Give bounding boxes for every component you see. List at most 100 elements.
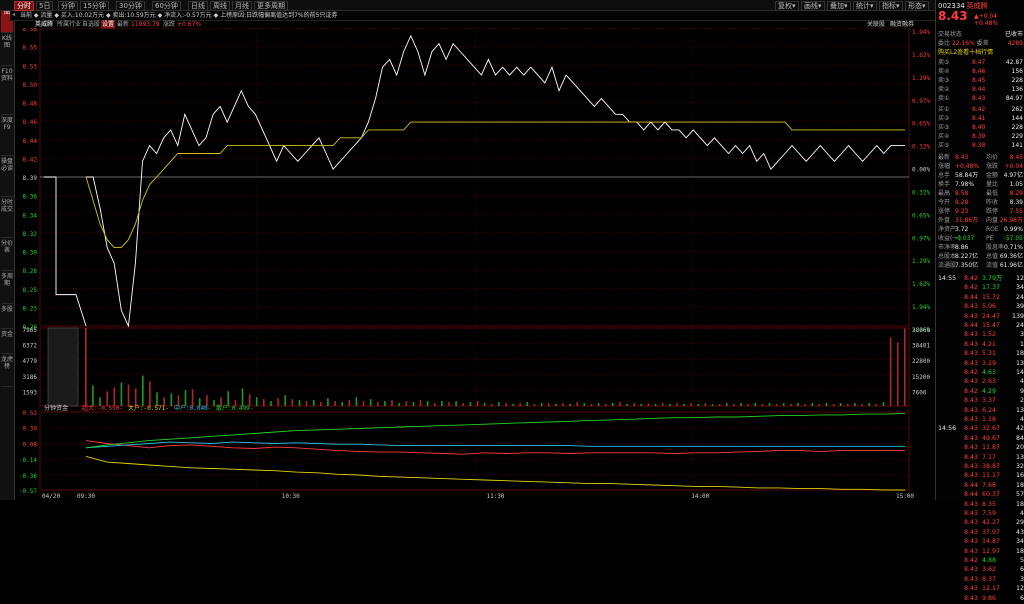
- price-tick-label: 8.48: [23, 101, 38, 108]
- tab-period-8[interactable]: 月线: [232, 1, 252, 11]
- volume-bar: [590, 404, 593, 406]
- time-tick-label: 09:30: [77, 493, 95, 500]
- volume-bar: [690, 403, 692, 406]
- sidebar-item-6[interactable]: 分价表: [1, 240, 13, 271]
- pct-tick-label: 1.29%: [912, 75, 930, 82]
- volume-right-tick-label: 22800: [912, 358, 930, 365]
- volume-bar: [547, 403, 550, 406]
- volume-bar: [369, 399, 372, 406]
- trade-tick-row: 8.43 9.86 6: [964, 594, 1024, 602]
- pct-tick-label: 1.29%: [912, 258, 930, 265]
- volume-right-tick-label: 38060: [912, 327, 930, 334]
- pct-tick-label: 0.00%: [912, 167, 930, 174]
- tab-period-5[interactable]: 60分钟: [152, 1, 181, 11]
- price-line: [86, 34, 905, 328]
- volume-bar: [904, 328, 906, 406]
- time-tick-label: 15:00: [896, 493, 914, 500]
- volume-bar: [291, 399, 294, 406]
- collapse-icon[interactable]: ◂: [12, 11, 15, 18]
- time-tick-label: 11:30: [486, 493, 504, 500]
- volume-bar: [839, 403, 842, 406]
- toolbar-button-1[interactable]: 画线▾: [801, 1, 825, 11]
- tab-period-3[interactable]: 15分钟: [80, 1, 109, 11]
- sidebar-item-8[interactable]: 多股: [1, 306, 13, 329]
- volume-tick-label: 7965: [23, 327, 38, 334]
- indicator-series-line: [85, 441, 905, 449]
- sidebar-item-10[interactable]: 龙虎榜: [1, 356, 13, 387]
- chart-area[interactable]: 8.58 8.55 8.53 8.50 8.48 8.46 8.44 8.42 8.39 8.36…: [14, 26, 935, 500]
- pct-tick-label: 1.62%: [912, 52, 930, 59]
- volume-bar: [790, 404, 792, 406]
- volume-bar: [583, 403, 586, 406]
- volume-bar: [113, 387, 116, 406]
- price-tick-label: 8.32: [23, 231, 38, 238]
- sidebar-item-4[interactable]: 操盘必读: [1, 158, 13, 197]
- indicator-legend-item: 散户:0.499-: [216, 404, 253, 412]
- volume-bar: [448, 402, 450, 406]
- volume-bar: [384, 401, 386, 406]
- indicator-title: 分钟资金: [44, 404, 68, 412]
- volume-bar: [661, 403, 664, 406]
- volume-bar: [711, 404, 714, 406]
- toolbar-button-2[interactable]: 叠加▾: [827, 1, 851, 11]
- tab-period-6[interactable]: 日线: [188, 1, 208, 11]
- volume-bar: [405, 401, 408, 406]
- sidebar-item-3[interactable]: 深度F9: [1, 117, 13, 156]
- volume-bar: [889, 337, 892, 406]
- quote-stat-row: 今开 8.28 昨收 8.39: [938, 199, 1023, 206]
- sidebar-item-9[interactable]: 资金: [1, 331, 13, 354]
- toolbar-button-5[interactable]: 形态▾: [905, 1, 929, 11]
- price-tick-label: 8.34: [23, 212, 38, 219]
- volume-bar: [341, 402, 343, 406]
- bid-level: 买② 8.41 144: [938, 115, 1023, 122]
- sidebar-item-1[interactable]: K线图: [1, 35, 13, 66]
- indicator-tick-label: 0.30: [23, 426, 38, 433]
- volume-bar: [612, 403, 614, 406]
- toolbar-button-3[interactable]: 统计▾: [853, 1, 877, 11]
- volume-bar: [398, 403, 400, 406]
- volume-bar: [562, 403, 564, 406]
- trade-status: 交易状态 已收市: [938, 31, 1023, 38]
- volume-bar: [455, 401, 457, 406]
- volume-bar: [434, 403, 436, 406]
- volume-bar: [419, 400, 422, 406]
- tab-period-9[interactable]: 更多周期: [254, 1, 288, 11]
- volume-bar: [825, 403, 828, 406]
- tab-period-4[interactable]: 30分钟: [116, 1, 145, 11]
- volume-bar: [569, 404, 571, 406]
- price-change-pct: +0.48%: [974, 20, 999, 27]
- bid-level: 买⑤ 8.38 141: [938, 142, 1023, 149]
- price-tick-label: 8.42: [23, 156, 38, 163]
- sidebar-item-5[interactable]: 分时成交: [1, 199, 13, 238]
- volume-bar: [526, 402, 529, 406]
- price-tick-label: 8.30: [23, 250, 38, 257]
- volume-bar: [462, 403, 465, 406]
- intraday-chart[interactable]: 8.58 8.55 8.53 8.50 8.48 8.46 8.44 8.42 8.39 8.36…: [14, 26, 935, 500]
- toolbar-button-0[interactable]: 复权▾: [775, 1, 799, 11]
- tab-period-2[interactable]: 分钟: [58, 1, 78, 11]
- tab-period-1[interactable]: 5日: [36, 1, 54, 11]
- pct-tick-label: 1.94%: [912, 304, 930, 311]
- tab-period-0[interactable]: 分时: [14, 1, 34, 11]
- price-tick-label: 8.39: [23, 175, 38, 182]
- volume-bar: [704, 403, 707, 406]
- ask-level: 卖③ 8.45 228: [938, 77, 1023, 84]
- volume-bar: [740, 403, 742, 406]
- toolbar-button-4[interactable]: 指标▾: [879, 1, 903, 11]
- sidebar-item-7[interactable]: 多周期: [1, 273, 13, 304]
- sidebar-item-2[interactable]: F10资料: [1, 68, 13, 115]
- volume-bar: [683, 404, 685, 406]
- volume-bar: [191, 389, 194, 406]
- volume-bar: [733, 404, 735, 406]
- volume-bar: [882, 402, 885, 406]
- volume-bar: [227, 391, 229, 406]
- indicator-legend-item: 超大:-0.550-: [82, 404, 123, 412]
- volume-bar: [505, 403, 507, 406]
- volume-tick-label: 3186: [23, 374, 38, 381]
- quote-stat-row: 总股本 8.227亿 总值 69.36亿: [938, 253, 1023, 260]
- indicator-series-line: [85, 455, 905, 491]
- indicator-series-line: [85, 412, 906, 449]
- tab-period-7[interactable]: 周线: [210, 1, 230, 11]
- volume-bar: [156, 392, 158, 406]
- ask-level: 卖② 8.44 136: [938, 86, 1023, 93]
